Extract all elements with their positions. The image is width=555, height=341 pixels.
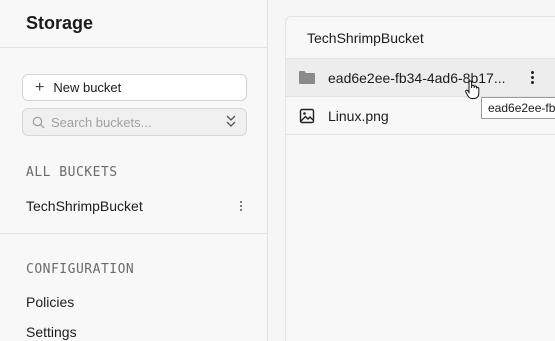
file-name: Linux.png	[328, 107, 389, 124]
more-options-icon[interactable]	[236, 201, 246, 211]
plus-icon: +	[35, 78, 45, 96]
search-buckets-input[interactable]	[51, 114, 221, 130]
sidebar-header: Storage	[0, 0, 267, 48]
file-row-folder[interactable]: ead6e2ee-fb34-4ad6-8b17...	[286, 59, 555, 97]
app-title: Storage	[26, 13, 94, 33]
new-bucket-button[interactable]: + New bucket	[22, 74, 247, 101]
image-icon	[298, 107, 316, 125]
sort-icon[interactable]	[224, 114, 238, 130]
new-bucket-label: New bucket	[53, 80, 122, 95]
sidebar-item-policies[interactable]: Policies	[26, 294, 74, 310]
sidebar-item-bucket[interactable]: TechShrimpBucket	[26, 196, 246, 216]
file-explorer-column: TechShrimpBucket ead6e2ee-fb34-4ad6-8b17…	[285, 16, 555, 341]
all-buckets-heading: ALL BUCKETS	[26, 165, 118, 180]
filename-tooltip: ead6e2ee-fb	[481, 97, 555, 119]
more-options-icon[interactable]	[527, 71, 537, 84]
bucket-name: TechShrimpBucket	[26, 198, 143, 214]
search-buckets-field[interactable]	[22, 108, 247, 136]
sidebar-item-settings[interactable]: Settings	[26, 324, 77, 340]
configuration-heading: CONFIGURATION	[26, 262, 135, 277]
column-header: TechShrimpBucket	[286, 17, 555, 59]
main-content: TechShrimpBucket ead6e2ee-fb34-4ad6-8b17…	[268, 0, 555, 341]
sidebar: Storage + New bucket ALL BUCKETS TechShr…	[0, 0, 268, 341]
divider	[0, 233, 267, 234]
search-icon	[32, 116, 45, 128]
folder-icon	[298, 69, 316, 87]
hand-cursor-icon	[465, 80, 480, 99]
